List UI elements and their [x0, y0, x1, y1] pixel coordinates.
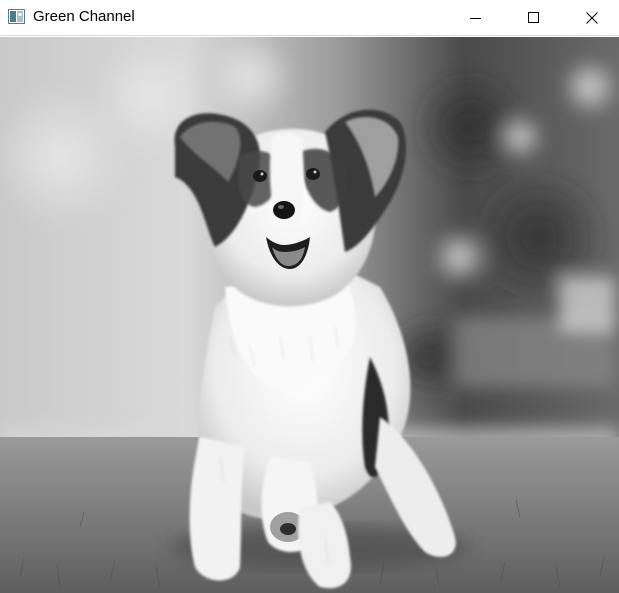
app-window: Green Channel [0, 0, 619, 593]
dog-photo [0, 37, 619, 593]
title-bar[interactable]: Green Channel [0, 0, 619, 36]
image-canvas [0, 37, 619, 593]
close-icon [586, 11, 598, 24]
minimize-icon [470, 17, 481, 19]
window-title: Green Channel [33, 8, 135, 25]
maximize-icon [528, 11, 539, 23]
close-button[interactable] [563, 0, 619, 35]
maximize-button[interactable] [505, 0, 563, 35]
app-icon [8, 9, 25, 24]
minimize-button[interactable] [447, 0, 505, 35]
